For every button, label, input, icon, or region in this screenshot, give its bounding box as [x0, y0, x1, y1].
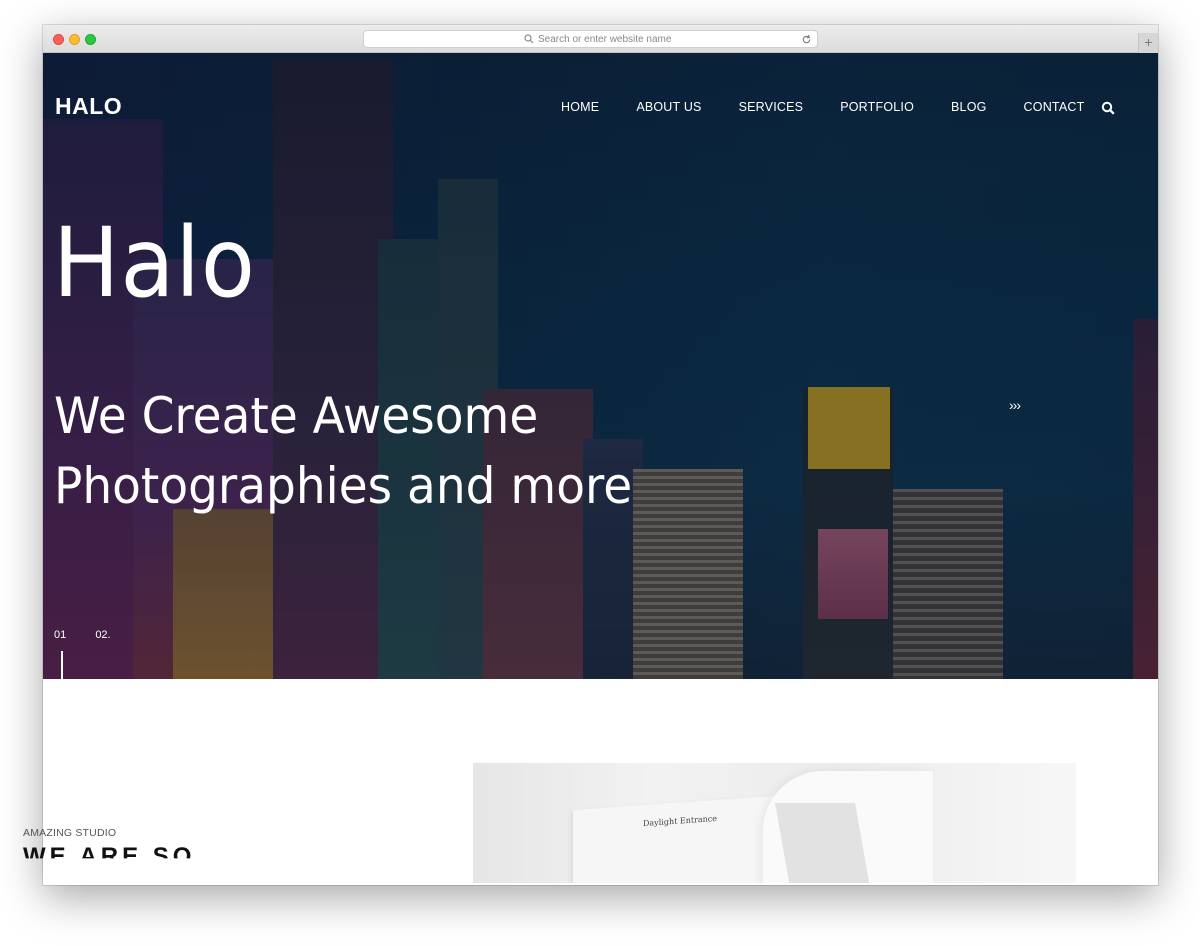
browser-titlebar: Search or enter website name +	[43, 25, 1158, 53]
nav-portfolio[interactable]: PORTFOLIO	[840, 100, 914, 114]
hero-subtitle-line-2: Photographies and more	[54, 457, 633, 515]
studio-photo: Daylight Entrance	[473, 763, 1076, 883]
close-window-button[interactable]	[53, 34, 64, 45]
hero-subtitle: We Create Awesome Photographies and more	[54, 381, 632, 521]
address-bar[interactable]: Search or enter website name	[363, 30, 818, 48]
active-slide-indicator	[61, 651, 63, 679]
nav-contact[interactable]: CONTACT	[1024, 100, 1085, 114]
arch-shadow-shape	[775, 803, 871, 883]
slide-dot-2[interactable]: 02.	[95, 629, 110, 641]
site-logo[interactable]: HALO	[55, 93, 122, 120]
nav-about-us[interactable]: ABOUT US	[636, 100, 701, 114]
new-tab-button[interactable]: +	[1138, 33, 1158, 53]
search-icon[interactable]	[1101, 101, 1115, 115]
reload-icon[interactable]	[801, 34, 812, 45]
slide-dot-1[interactable]: 01	[54, 629, 66, 641]
slide-pagination: 01 02.	[54, 629, 137, 641]
browser-window: Search or enter website name + HALO HOME…	[43, 25, 1158, 885]
search-icon	[524, 34, 534, 44]
minimize-window-button[interactable]	[69, 34, 80, 45]
main-nav: HOME ABOUT US SERVICES PORTFOLIO BLOG CO…	[561, 100, 1121, 114]
book-image: Daylight Entrance	[573, 796, 773, 883]
hero-title: Halo	[53, 207, 256, 319]
book-title: Daylight Entrance	[643, 813, 718, 829]
address-bar-placeholder: Search or enter website name	[538, 34, 672, 45]
nav-services[interactable]: SERVICES	[739, 100, 804, 114]
nav-blog[interactable]: BLOG	[951, 100, 987, 114]
nav-home[interactable]: HOME	[561, 100, 599, 114]
hero-section: HALO HOME ABOUT US SERVICES PORTFOLIO BL…	[43, 53, 1158, 679]
about-kicker: AMAZING STUDIO	[23, 827, 117, 839]
hero-subtitle-line-1: We Create Awesome	[54, 387, 539, 445]
hero-dark-overlay	[43, 53, 1158, 679]
next-slide-arrow-icon[interactable]: ›››	[1009, 397, 1021, 413]
maximize-window-button[interactable]	[85, 34, 96, 45]
